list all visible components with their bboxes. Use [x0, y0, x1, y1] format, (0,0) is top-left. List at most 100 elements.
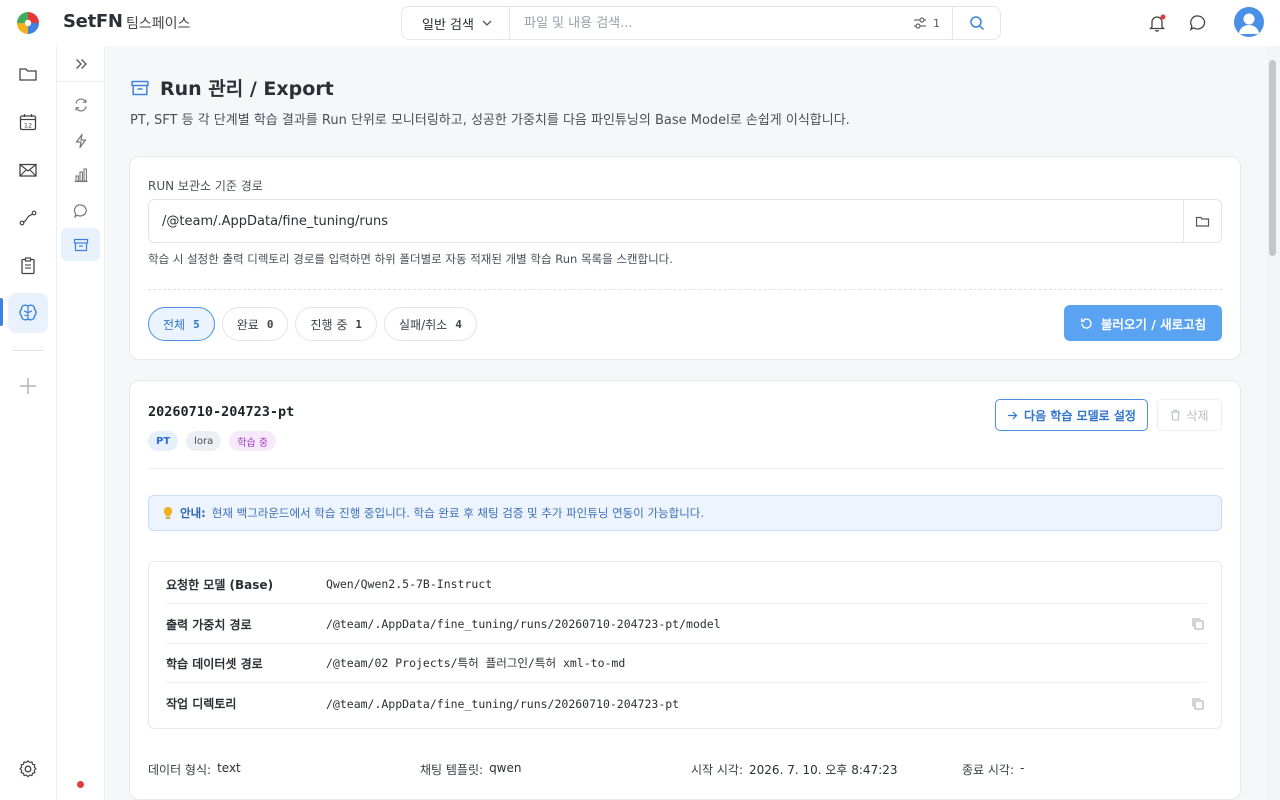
tag-method: lora — [186, 431, 222, 451]
side2-item-chat[interactable] — [61, 194, 100, 227]
dashed-divider — [148, 289, 1222, 290]
meta-key: 데이터 형식: — [148, 763, 212, 777]
chat-bubble-icon — [1189, 15, 1206, 31]
calendar-icon: 12 — [19, 114, 37, 131]
info-row: 작업 디렉토리 /@team/.AppData/fine_tuning/runs… — [166, 684, 1206, 723]
notice-text: 현재 백그라운드에서 학습 진행 중입니다. 학습 완료 후 채팅 검증 및 추… — [211, 506, 705, 520]
rail-item-files[interactable] — [8, 54, 48, 94]
storage-card: RUN 보관소 기준 경로 /@team/.AppData/fine_tunin… — [129, 156, 1241, 360]
rail-add-button[interactable] — [8, 366, 48, 406]
rail-settings-button[interactable] — [8, 749, 48, 789]
brain-icon — [19, 304, 37, 321]
user-icon — [1239, 13, 1259, 34]
folder-icon — [19, 68, 37, 81]
search-icon — [969, 16, 984, 31]
chip-label: 완료 — [236, 317, 259, 332]
search-button[interactable] — [952, 7, 1000, 39]
search-bar: 일반 검색 1 — [401, 6, 1001, 40]
filter-chip-done[interactable]: 완료 0 — [221, 307, 289, 341]
search-filter-button[interactable]: 1 — [901, 17, 952, 30]
status-dot — [77, 781, 84, 788]
search-mode-label: 일반 검색 — [422, 17, 474, 33]
refresh-button[interactable]: 불러오기 / 새로고침 — [1064, 305, 1222, 341]
meta-chat-template: 채팅 템플릿: qwen — [420, 761, 521, 778]
trash-icon — [1171, 409, 1181, 421]
meta-end-time: 종료 시각: - — [962, 761, 1024, 778]
plus-icon — [20, 378, 36, 394]
run-notice: 안내: 현재 백그라운드에서 학습 진행 중입니다. 학습 완료 후 채팅 검증… — [148, 495, 1222, 531]
run-name: 20260710-204723-pt — [148, 404, 295, 420]
search-input[interactable] — [510, 7, 901, 39]
delete-button[interactable]: 삭제 — [1157, 399, 1222, 431]
info-row: 학습 데이터셋 경로 /@team/02 Projects/특허 플러그인/특허… — [166, 644, 1206, 683]
arrow-right-icon — [1008, 411, 1018, 419]
brand-name: SetFN — [63, 11, 123, 32]
left-rail: 12 — [0, 46, 57, 800]
meta-value: - — [1020, 761, 1025, 775]
side2-item-runs[interactable] — [61, 228, 100, 261]
bar-chart-icon — [74, 167, 87, 182]
notification-button[interactable] — [1146, 12, 1168, 34]
meta-key: 종료 시각: — [962, 763, 1015, 777]
info-key: 출력 가중치 경로 — [166, 617, 252, 632]
lightbulb-icon — [163, 506, 173, 519]
main-content: Run 관리 / Export PT, SFT 등 각 단계별 학습 결과를 R… — [106, 46, 1266, 800]
meta-data-format: 데이터 형식: text — [148, 761, 241, 778]
info-key: 요청한 모델 (Base) — [166, 577, 274, 592]
sync-icon — [74, 98, 87, 111]
info-key: 학습 데이터셋 경로 — [166, 656, 263, 671]
sidebar-expand-button[interactable] — [57, 46, 105, 82]
secondary-sidebar — [57, 46, 105, 800]
folder-icon — [1195, 216, 1210, 227]
search-mode-select[interactable]: 일반 검색 — [402, 7, 510, 39]
delete-label: 삭제 — [1186, 408, 1209, 423]
meta-start-time: 시작 시각: 2026. 7. 10. 오후 8:47:23 — [691, 761, 898, 778]
svg-text:12: 12 — [24, 122, 32, 130]
mail-icon — [19, 163, 37, 177]
scrollbar-thumb[interactable] — [1269, 60, 1276, 256]
rail-item-mail[interactable] — [8, 150, 48, 190]
top-bar: SetFN 팀스페이스 일반 검색 1 — [0, 0, 1280, 46]
info-row: 출력 가중치 경로 /@team/.AppData/fine_tuning/ru… — [166, 605, 1206, 644]
side2-item-training[interactable] — [61, 124, 100, 157]
browse-folder-button[interactable] — [1183, 200, 1221, 242]
set-next-model-button[interactable]: 다음 학습 모델로 설정 — [995, 399, 1148, 431]
next-label: 다음 학습 모델로 설정 — [1024, 408, 1136, 423]
user-avatar[interactable] — [1234, 7, 1264, 37]
chip-count: 4 — [455, 317, 462, 331]
filter-chip-failed[interactable]: 실패/취소 4 — [384, 307, 477, 341]
side2-item-sync[interactable] — [61, 88, 100, 121]
rail-item-tasks[interactable] — [8, 246, 48, 286]
refresh-label: 불러오기 / 새로고침 — [1100, 316, 1207, 332]
chip-count: 5 — [193, 317, 200, 331]
storage-path-field[interactable]: /@team/.AppData/fine_tuning/runs — [148, 199, 1222, 243]
chevron-down-icon — [482, 20, 492, 26]
rail-item-calendar[interactable]: 12 — [8, 102, 48, 142]
rail-active-indicator — [0, 298, 3, 326]
rail-item-ai[interactable] — [8, 293, 48, 333]
chat-button[interactable] — [1187, 12, 1209, 34]
bell-icon — [1148, 14, 1166, 32]
storage-label: RUN 보관소 기준 경로 — [148, 179, 263, 193]
tag-status: 학습 중 — [229, 431, 277, 451]
page-description: PT, SFT 등 각 단계별 학습 결과를 Run 단위로 모니터링하고, 성… — [130, 113, 850, 128]
double-chevron-right-icon — [76, 58, 87, 69]
archive-icon — [73, 238, 88, 251]
storage-path-value[interactable]: /@team/.AppData/fine_tuning/runs — [149, 214, 1183, 229]
clipboard-icon — [21, 257, 35, 275]
rail-item-workflow[interactable] — [8, 198, 48, 238]
filter-count: 1 — [933, 16, 940, 30]
meta-value: 2026. 7. 10. 오후 8:47:23 — [749, 763, 898, 777]
copy-icon[interactable] — [1190, 696, 1206, 712]
workflow-icon — [19, 210, 37, 226]
chip-label: 진행 중 — [310, 317, 348, 332]
workspace-name[interactable]: 팀스페이스 — [126, 13, 190, 33]
filter-chip-running[interactable]: 진행 중 1 — [295, 307, 377, 341]
info-value: /@team/02 Projects/특허 플러그인/특허 xml-to-md — [326, 656, 626, 670]
filter-chip-all[interactable]: 전체 5 — [148, 307, 215, 341]
page-title: Run 관리 / Export — [130, 74, 334, 101]
side2-item-metrics[interactable] — [61, 158, 100, 191]
app-logo-icon[interactable] — [16, 11, 40, 35]
copy-icon[interactable] — [1190, 616, 1206, 632]
sliders-icon — [914, 17, 926, 29]
